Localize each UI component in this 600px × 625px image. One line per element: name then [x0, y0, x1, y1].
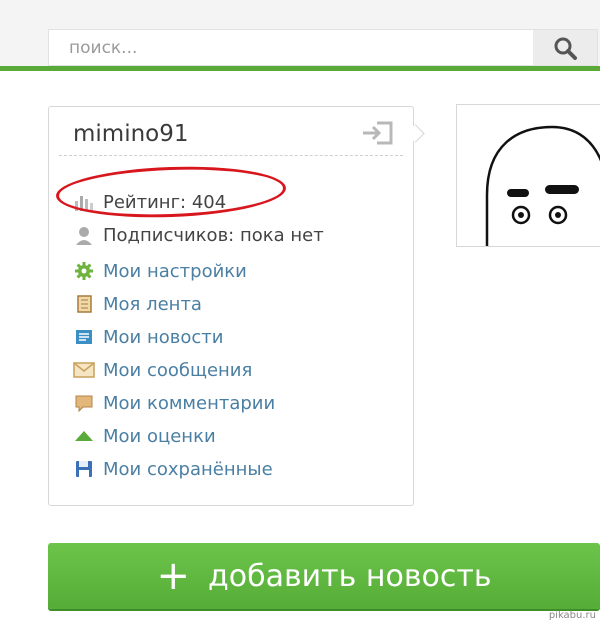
menu-item-comments[interactable]: Мои комментарии [73, 391, 275, 415]
add-news-button[interactable]: + добавить новость [48, 543, 600, 609]
menu-item-label: Мои оценки [103, 425, 216, 447]
gear-icon [73, 260, 95, 282]
menu-item-label: Мои сохранённые [103, 458, 273, 480]
top-bar [0, 0, 600, 71]
search-button[interactable] [533, 30, 597, 65]
menu-item-label: Мои настройки [103, 260, 247, 282]
username: mimino91 [73, 121, 189, 147]
user-icon [73, 224, 95, 246]
search-icon [554, 37, 577, 60]
profile-card: mimino91 Рейтинг: 404 Подписчиков: пока … [48, 106, 414, 506]
scroll-icon [73, 293, 95, 315]
menu-item-messages[interactable]: Мои сообщения [73, 358, 252, 382]
subscribers-text: Подписчиков: пока нет [103, 224, 324, 246]
news-icon [73, 326, 95, 348]
menu-item-ratings[interactable]: Мои оценки [73, 424, 216, 448]
menu-item-label: Мои комментарии [103, 392, 276, 414]
envelope-icon [73, 359, 95, 381]
menu-item-label: Мои новости [103, 326, 224, 348]
search-input[interactable] [49, 30, 529, 65]
menu-item-saved[interactable]: Мои сохранённые [73, 457, 273, 481]
plus-icon: + [156, 553, 190, 599]
watermark: pikabu.ru [548, 610, 596, 621]
avatar-image [485, 125, 600, 246]
subscribers-row: Подписчиков: пока нет [73, 223, 324, 247]
floppy-icon [73, 458, 95, 480]
triangle-up-icon [73, 425, 95, 447]
add-news-label: добавить новость [208, 558, 492, 594]
divider [59, 155, 403, 156]
menu-item-feed[interactable]: Моя лента [73, 292, 202, 316]
logout-icon[interactable] [359, 119, 395, 147]
menu-item-label: Моя лента [103, 293, 202, 315]
menu-item-settings[interactable]: Мои настройки [73, 259, 247, 283]
menu-item-label: Мои сообщения [103, 359, 253, 381]
menu-item-news[interactable]: Мои новости [73, 325, 223, 349]
comment-icon [73, 392, 95, 414]
search-box [48, 29, 598, 66]
avatar[interactable] [456, 104, 600, 247]
